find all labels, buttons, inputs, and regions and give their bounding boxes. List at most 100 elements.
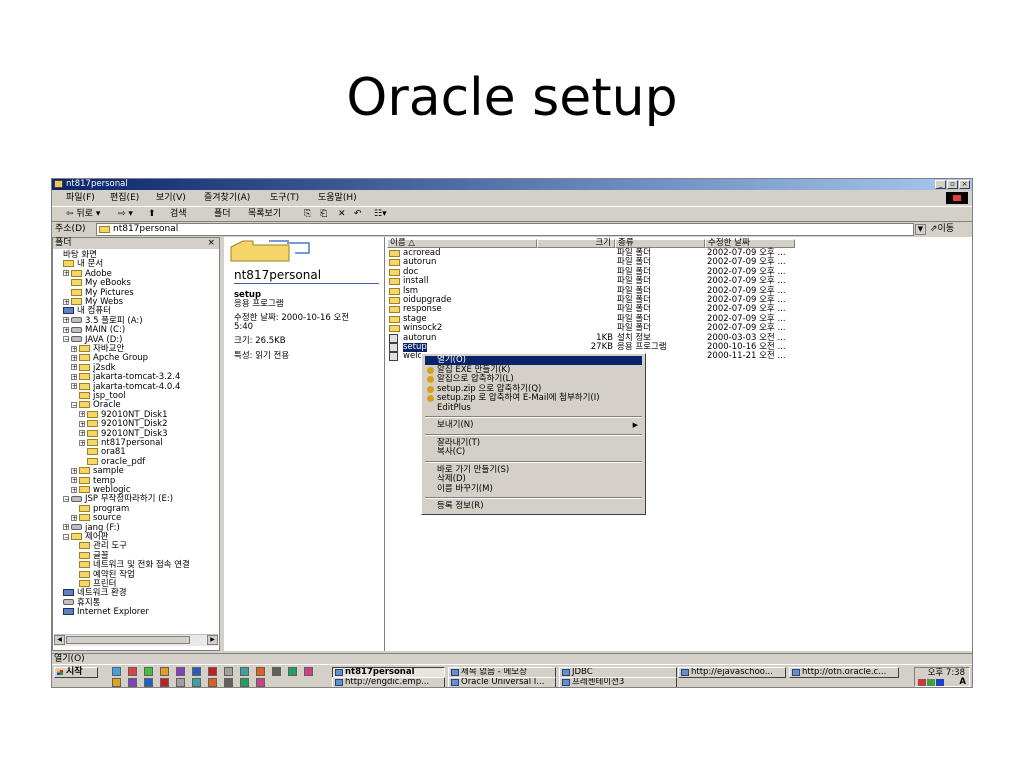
column-header-name[interactable]: 이름 △ bbox=[387, 239, 537, 248]
maximize-button[interactable]: ▫ bbox=[947, 180, 958, 189]
quick-launch-icon[interactable] bbox=[288, 667, 297, 676]
address-input[interactable]: nt817personal bbox=[96, 223, 914, 236]
views-button[interactable]: ☷▾ bbox=[374, 208, 387, 221]
expand-icon[interactable]: + bbox=[71, 383, 77, 390]
quick-launch-icon[interactable] bbox=[176, 667, 185, 676]
taskbar-button[interactable]: http://ejavaschoo... bbox=[678, 667, 786, 678]
expand-icon[interactable]: + bbox=[79, 411, 85, 418]
quick-launch-icon[interactable] bbox=[256, 667, 265, 676]
quick-launch-icon[interactable] bbox=[240, 678, 249, 687]
expand-icon[interactable]: + bbox=[71, 373, 77, 380]
tree-horizontal-scrollbar[interactable]: ◀ ▶ bbox=[54, 634, 218, 646]
quick-launch-icon[interactable] bbox=[192, 678, 201, 687]
expand-icon[interactable]: + bbox=[63, 270, 69, 277]
quick-launch-icon[interactable] bbox=[304, 667, 313, 676]
tray-icons[interactable] bbox=[918, 679, 944, 686]
taskbar-button[interactable]: http://engdic.emp... bbox=[332, 677, 445, 687]
file-row[interactable]: autorun 1KB 설치 정보 2000-03-03 오전 ... bbox=[387, 333, 967, 343]
collapse-icon[interactable]: − bbox=[71, 401, 77, 408]
file-row[interactable]: install 파일 폴더 2002-07-09 오후 ... bbox=[387, 277, 967, 286]
expand-icon[interactable]: + bbox=[63, 326, 69, 333]
expand-icon[interactable]: + bbox=[79, 420, 85, 427]
start-button[interactable]: 시작 bbox=[54, 667, 98, 678]
quick-launch-icon[interactable] bbox=[256, 678, 265, 687]
quick-launch-icon[interactable] bbox=[128, 678, 137, 687]
context-menu-item[interactable]: 이름 바꾸기(M) bbox=[425, 484, 642, 494]
column-header-size[interactable]: 크기 bbox=[537, 239, 615, 248]
file-row[interactable]: doc 파일 폴더 2002-07-09 오후 ... bbox=[387, 267, 967, 277]
address-dropdown-button[interactable]: ▼ bbox=[915, 224, 926, 235]
context-menu-item[interactable]: 보내기(N) ▶ bbox=[425, 421, 642, 430]
menu-favorites[interactable]: 즐겨찾기(A) bbox=[204, 192, 250, 204]
expand-icon[interactable]: + bbox=[71, 477, 77, 484]
window-titlebar[interactable]: nt817personal _ ▫ × bbox=[52, 179, 972, 190]
file-row[interactable]: stage 파일 폴더 2002-07-09 오후 ... bbox=[387, 314, 967, 324]
collapse-icon[interactable]: − bbox=[63, 495, 69, 502]
scroll-left-button[interactable]: ◀ bbox=[54, 635, 65, 645]
expand-icon[interactable]: + bbox=[71, 486, 77, 493]
quick-launch-icon[interactable] bbox=[224, 678, 233, 687]
quick-launch-icon[interactable] bbox=[208, 667, 217, 676]
tree-item[interactable]: Internet Explorer bbox=[55, 608, 149, 617]
tree-close-button[interactable]: × bbox=[207, 238, 215, 249]
expand-icon[interactable]: + bbox=[71, 364, 77, 371]
quick-launch-icon[interactable] bbox=[240, 667, 249, 676]
file-row[interactable]: acroread 파일 폴더 2002-07-09 오후 ... bbox=[387, 249, 967, 258]
file-row[interactable]: autorun 파일 폴더 2002-07-09 오후 ... bbox=[387, 258, 967, 267]
context-menu-item[interactable]: 복사(C) bbox=[425, 448, 642, 457]
expand-icon[interactable]: + bbox=[71, 467, 77, 474]
scroll-right-button[interactable]: ▶ bbox=[207, 635, 218, 645]
taskbar-button[interactable]: 프레젠테이션3 bbox=[559, 677, 677, 687]
taskbar-button[interactable]: http://otn.oracle.c... bbox=[789, 667, 899, 678]
minimize-button[interactable]: _ bbox=[935, 180, 946, 189]
quick-launch-icon[interactable] bbox=[176, 678, 185, 687]
up-button[interactable]: ⬆ bbox=[148, 208, 156, 221]
expand-icon[interactable]: + bbox=[71, 345, 77, 352]
scroll-thumb[interactable] bbox=[66, 636, 190, 644]
expand-icon[interactable]: + bbox=[71, 354, 77, 361]
context-menu-item[interactable]: EditPlus bbox=[425, 403, 642, 413]
undo-button[interactable]: ↶ bbox=[354, 208, 362, 221]
go-button[interactable]: ⇗이동 bbox=[930, 224, 954, 235]
quick-launch-icon[interactable] bbox=[224, 667, 233, 676]
quick-launch-icon[interactable] bbox=[160, 678, 169, 687]
quick-launch-icon[interactable] bbox=[144, 667, 153, 676]
file-row[interactable]: lsm 파일 폴더 2002-07-09 오후 ... bbox=[387, 286, 967, 296]
quick-launch-icon[interactable] bbox=[160, 667, 169, 676]
menu-tools[interactable]: 도구(T) bbox=[270, 192, 299, 204]
file-row[interactable]: winsock2 파일 폴더 2002-07-09 오후 ... bbox=[387, 324, 967, 333]
close-button[interactable]: × bbox=[959, 180, 970, 189]
menu-help[interactable]: 도움말(H) bbox=[318, 192, 357, 204]
expand-icon[interactable]: + bbox=[63, 298, 69, 305]
menu-view[interactable]: 보기(V) bbox=[156, 192, 186, 204]
ime-indicator[interactable]: A bbox=[959, 678, 966, 687]
expand-icon[interactable]: + bbox=[79, 439, 85, 446]
column-header-type[interactable]: 종류 bbox=[615, 239, 705, 248]
expand-icon[interactable]: + bbox=[79, 430, 85, 437]
forward-button[interactable]: ⇨ ▾ bbox=[118, 208, 133, 221]
quick-launch-icon[interactable] bbox=[208, 678, 217, 687]
file-row[interactable]: oidupgrade 파일 폴더 2002-07-09 오후 ... bbox=[387, 296, 967, 305]
taskbar-button[interactable]: Oracle Universal I... bbox=[448, 677, 556, 687]
expand-icon[interactable]: + bbox=[63, 317, 69, 324]
quick-launch-icon[interactable] bbox=[272, 667, 281, 676]
back-button[interactable]: ⇦ 뒤로 ▾ bbox=[66, 208, 100, 221]
tray-icon[interactable] bbox=[936, 679, 944, 686]
quick-launch-icon[interactable] bbox=[144, 678, 153, 687]
folders-button[interactable]: 폴더 bbox=[214, 208, 231, 221]
expand-icon[interactable]: + bbox=[63, 524, 69, 531]
tray-icon[interactable] bbox=[918, 679, 926, 686]
copy-to-button[interactable]: ⎗ bbox=[320, 208, 327, 221]
history-button[interactable]: 목록보기 bbox=[248, 208, 281, 221]
delete-button[interactable]: ✕ bbox=[338, 208, 346, 221]
quick-launch-icon[interactable] bbox=[112, 667, 121, 676]
menu-edit[interactable]: 편집(E) bbox=[110, 192, 139, 204]
quick-launch-icon[interactable] bbox=[192, 667, 201, 676]
move-to-button[interactable]: ⎘ bbox=[304, 208, 311, 221]
quick-launch-icon[interactable] bbox=[128, 667, 137, 676]
collapse-icon[interactable]: − bbox=[63, 533, 69, 540]
quick-launch-icon[interactable] bbox=[112, 678, 121, 687]
search-button[interactable]: 검색 bbox=[170, 208, 187, 221]
menu-file[interactable]: 파일(F) bbox=[66, 192, 95, 204]
expand-icon[interactable]: + bbox=[71, 514, 77, 521]
